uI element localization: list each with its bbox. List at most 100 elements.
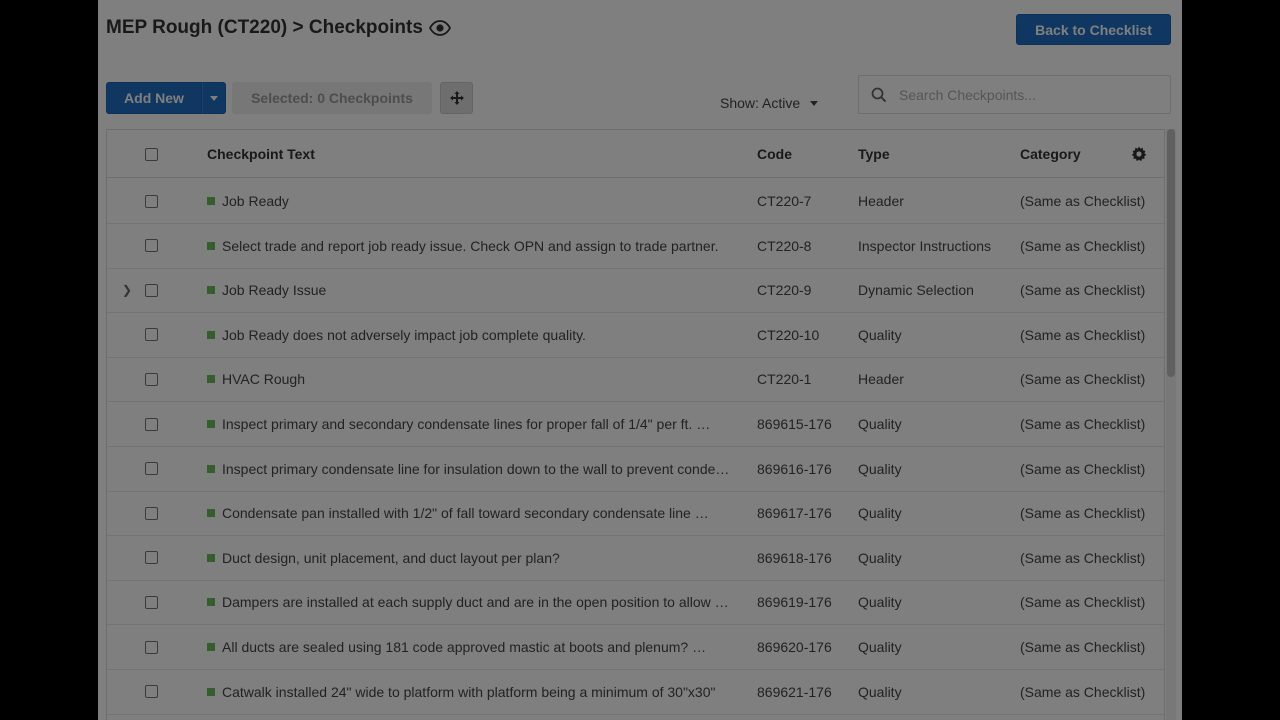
table-row[interactable]: Job Ready does not adversely impact job … <box>107 313 1164 358</box>
move-icon <box>449 91 464 105</box>
status-indicator <box>207 375 215 384</box>
code-cell: CT220-7 <box>757 193 812 209</box>
checkpoint-text-cell: Catwalk installed 24" wide to platform w… <box>207 670 737 714</box>
chevron-right-icon[interactable]: ❯ <box>119 268 135 312</box>
table-row[interactable]: Catwalk installed 24" wide to platform w… <box>107 670 1164 715</box>
back-to-checklist-button[interactable]: Back to Checklist <box>1016 14 1171 45</box>
select-all-cell <box>143 130 159 178</box>
search-input[interactable] <box>899 86 1159 103</box>
row-checkbox-cell <box>143 491 159 535</box>
type-cell: Quality <box>858 549 902 566</box>
table-row[interactable]: All ducts are sealed using 181 code appr… <box>107 625 1164 670</box>
code-cell: 869618-176 <box>757 549 832 566</box>
column-header-text[interactable]: Checkpoint Text <box>207 130 737 178</box>
code-cell: 869619-176 <box>757 594 832 611</box>
move-button[interactable] <box>440 82 473 114</box>
code-cell: 869620-176 <box>757 639 832 655</box>
checkpoint-text-cell: Job Ready <box>207 179 737 223</box>
row-checkbox-cell <box>143 625 159 669</box>
eye-icon[interactable] <box>428 17 451 39</box>
search-icon <box>859 76 899 113</box>
table-row[interactable]: Inspect primary condensate line for insu… <box>107 447 1164 492</box>
type-cell: Quality <box>858 639 902 655</box>
checkpoint-text: Dampers are installed at each supply duc… <box>222 594 734 611</box>
category-cell: (Same as Checklist) <box>1020 505 1146 522</box>
checkpoint-text: Job Ready does not adversely impact job … <box>222 326 586 343</box>
checkpoint-text-cell: Inspect primary and secondary condensate… <box>207 402 737 446</box>
row-checkbox[interactable] <box>144 239 158 253</box>
row-checkbox-cell <box>143 357 159 401</box>
add-new-dropdown-toggle[interactable] <box>202 82 226 114</box>
code-cell: 869616-176 <box>757 460 832 477</box>
category-cell: (Same as Checklist) <box>1020 282 1146 299</box>
selected-count-button[interactable]: Selected: 0 Checkpoints <box>232 82 432 114</box>
checkpoint-text: Job Ready Issue <box>222 282 327 299</box>
grid-header: Checkpoint Text Code Type Category <box>107 130 1164 178</box>
show-filter-dropdown[interactable]: Show: Active <box>720 93 819 113</box>
table-row[interactable]: HVAC Rough CT220-1 Header (Same as Check… <box>107 357 1164 403</box>
row-checkbox-cell <box>143 536 159 580</box>
table-row[interactable]: Select trade and report job ready issue.… <box>107 224 1164 269</box>
status-indicator <box>207 286 215 295</box>
select-all-checkbox[interactable] <box>144 147 158 161</box>
checkpoint-text: Inspect primary and secondary condensate… <box>222 416 711 432</box>
search-box <box>858 75 1171 114</box>
title-row: MEP Rough (CT220) > Checkpoints <box>106 16 451 40</box>
checkpoints-grid: Checkpoint Text Code Type Category Job R… <box>106 129 1165 720</box>
row-checkbox-cell <box>143 670 159 714</box>
category-cell: (Same as Checklist) <box>1020 416 1146 432</box>
add-new-split-button: Add New <box>106 82 226 114</box>
table-row[interactable]: Duct design, unit placement, and duct la… <box>107 536 1164 581</box>
page-title: MEP Rough (CT220) > Checkpoints <box>106 17 423 38</box>
checkpoint-text: Select trade and report job ready issue.… <box>222 237 719 254</box>
row-checkbox-cell <box>143 313 159 357</box>
row-checkbox[interactable] <box>144 595 158 609</box>
row-checkbox[interactable] <box>144 551 158 565</box>
category-cell: (Same as Checklist) <box>1020 594 1146 611</box>
category-cell: (Same as Checklist) <box>1020 549 1146 566</box>
code-cell: CT220-1 <box>757 371 812 388</box>
row-checkbox[interactable] <box>144 685 158 699</box>
row-checkbox[interactable] <box>144 640 158 654</box>
type-cell: Inspector Instructions <box>858 237 992 254</box>
code-cell: 869615-176 <box>757 416 832 432</box>
type-cell: Header <box>858 193 904 209</box>
gear-icon[interactable] <box>1129 130 1149 178</box>
row-checkbox[interactable] <box>144 194 158 208</box>
type-cell: Quality <box>858 416 902 432</box>
row-checkbox[interactable] <box>144 506 158 520</box>
type-cell: Header <box>858 371 904 388</box>
status-indicator <box>207 464 215 473</box>
grid-scrollbar[interactable] <box>1166 129 1176 720</box>
table-row[interactable]: Dampers are installed at each supply duc… <box>107 580 1164 626</box>
caret-down-icon <box>210 95 218 101</box>
scrollbar-thumb[interactable] <box>1167 129 1175 377</box>
row-checkbox[interactable] <box>144 283 158 297</box>
table-row[interactable]: Job Ready CT220-7 Header (Same as Checkl… <box>107 179 1164 224</box>
table-row[interactable]: ❯ Job Ready Issue CT220-9 Dynamic Select… <box>107 268 1164 314</box>
checkpoint-text: All ducts are sealed using 181 code appr… <box>222 639 707 655</box>
status-indicator <box>207 687 215 696</box>
column-header-type[interactable]: Type <box>858 130 1016 178</box>
add-new-button[interactable]: Add New <box>106 82 202 114</box>
category-cell: (Same as Checklist) <box>1020 371 1146 388</box>
code-cell: 869617-176 <box>757 505 832 522</box>
checkpoint-text-cell: Job Ready Issue <box>207 268 737 312</box>
row-checkbox[interactable] <box>144 462 158 476</box>
type-cell: Quality <box>858 594 902 611</box>
row-checkbox-cell <box>143 580 159 624</box>
row-checkbox[interactable] <box>144 372 158 386</box>
show-filter-label: Show: Active <box>720 95 801 111</box>
row-checkbox[interactable] <box>144 417 158 431</box>
category-cell: (Same as Checklist) <box>1020 639 1146 655</box>
table-row[interactable]: Condensate pan installed with 1/2" of fa… <box>107 491 1164 537</box>
row-checkbox[interactable] <box>144 328 158 342</box>
checkpoint-text-cell: Inspect primary condensate line for insu… <box>207 447 737 491</box>
status-indicator <box>207 420 215 428</box>
checkpoint-text: Inspect primary condensate line for insu… <box>222 460 734 477</box>
code-cell: 869621-176 <box>757 683 832 700</box>
column-header-code[interactable]: Code <box>757 130 852 178</box>
table-row[interactable]: Inspect primary and secondary condensate… <box>107 402 1164 447</box>
category-cell: (Same as Checklist) <box>1020 326 1146 343</box>
checkpoint-text-cell: Duct design, unit placement, and duct la… <box>207 536 737 580</box>
